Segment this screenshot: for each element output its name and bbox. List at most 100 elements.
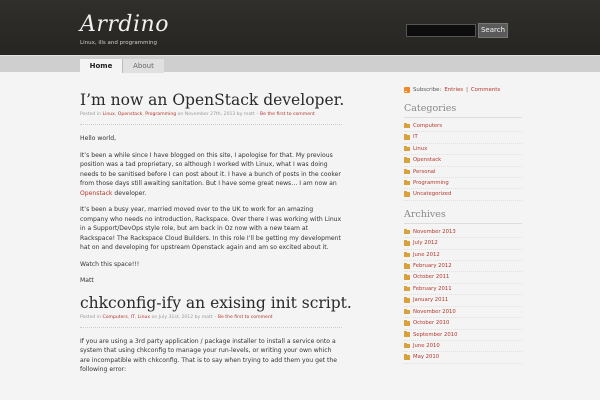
- folder-icon: [404, 168, 410, 175]
- post-meta: Posted in Linux, Openstack, Programming …: [80, 112, 342, 125]
- folder-icon: [404, 134, 410, 140]
- folder-icon: [404, 308, 410, 315]
- paragraph: Hello world,: [80, 135, 117, 142]
- archive-item[interactable]: November 2013: [404, 227, 522, 239]
- post-meta: Posted in Computers, IT, Linux on July 3…: [80, 315, 342, 328]
- item-label: June 2010: [413, 342, 440, 349]
- post-date: on July 31st, 2012 by matt –: [151, 314, 217, 320]
- item-label: February 2012: [413, 263, 452, 270]
- folder-icon: [404, 285, 410, 292]
- meta-prefix: Posted in: [80, 112, 102, 117]
- post: chkconfig-ify an exising init script. Po…: [80, 293, 352, 375]
- folder-icon: [404, 123, 410, 129]
- tab-about[interactable]: About: [122, 59, 164, 73]
- search-input[interactable]: [406, 24, 476, 37]
- paragraph: It’s been a while since I have blogged o…: [80, 151, 341, 197]
- folder-icon: [404, 297, 410, 303]
- folder-icon: [404, 228, 410, 235]
- folder-icon: [404, 274, 410, 280]
- category-link[interactable]: Openstack: [118, 112, 142, 117]
- tab-home[interactable]: Home: [80, 59, 122, 73]
- archives-list: November 2013 July 2012 June 2012 February …: [404, 227, 522, 364]
- category-item[interactable]: Personal: [404, 167, 522, 179]
- item-label: February 2011: [413, 285, 452, 292]
- item-label: November 2010: [413, 308, 456, 315]
- categories-title: Categories: [404, 103, 522, 118]
- paragraph: Watch this space!!!: [80, 260, 140, 268]
- site-title[interactable]: Arrdino: [80, 12, 169, 37]
- folder-icon: [404, 251, 410, 258]
- category-link[interactable]: Linux: [102, 112, 114, 117]
- site-description: Linux, ills and programming: [80, 40, 157, 46]
- item-label: November 2013: [413, 228, 456, 235]
- archive-item[interactable]: February 2012: [404, 261, 522, 273]
- category-item[interactable]: IT: [404, 132, 522, 144]
- main-content: I’m now an OpenStack developer. Posted i…: [80, 90, 352, 382]
- category-item[interactable]: Programming: [404, 178, 522, 190]
- comments-link[interactable]: Be the first to comment: [218, 315, 273, 320]
- folder-icon: [404, 263, 410, 269]
- folder-icon: [404, 157, 410, 163]
- archive-item[interactable]: October 2011: [404, 272, 522, 284]
- item-label: IT: [413, 134, 418, 141]
- item-label: Openstack: [413, 157, 442, 164]
- subscribe-label: Subscribe:: [413, 87, 442, 93]
- folder-icon: [404, 320, 410, 326]
- folder-icon: [404, 342, 410, 349]
- meta-prefix: Posted in: [80, 314, 102, 320]
- category-link[interactable]: Computers: [102, 315, 127, 320]
- item-label: Linux: [413, 145, 428, 152]
- folder-icon: [404, 180, 410, 186]
- openstack-link[interactable]: Openstack: [80, 190, 112, 197]
- category-item[interactable]: Openstack: [404, 155, 522, 167]
- archive-item[interactable]: July 2012: [404, 238, 522, 250]
- separator: |: [466, 87, 468, 93]
- subscribe-bar: Subscribe: Entries | Comments: [404, 87, 522, 93]
- post-body: If you are using a 3rd party application…: [80, 337, 342, 375]
- item-label: October 2010: [413, 320, 450, 327]
- paragraph: It’s been a busy year, married moved ove…: [80, 206, 342, 251]
- folder-icon: [404, 354, 410, 360]
- category-link[interactable]: Linux: [138, 315, 150, 320]
- archive-item[interactable]: January 2011: [404, 295, 522, 307]
- comments-feed-link[interactable]: Comments: [471, 87, 500, 93]
- archive-item[interactable]: September 2010: [404, 330, 522, 341]
- item-label: Uncategorized: [413, 191, 452, 198]
- folder-icon: [404, 145, 410, 152]
- category-item[interactable]: Computers: [404, 121, 522, 133]
- folder-icon: [404, 240, 410, 246]
- archive-item[interactable]: May 2010: [404, 352, 522, 364]
- item-label: July 2012: [413, 240, 438, 247]
- archive-item[interactable]: October 2010: [404, 318, 522, 330]
- item-label: Programming: [413, 180, 449, 187]
- item-label: January 2011: [413, 297, 449, 304]
- item-label: May 2010: [413, 354, 440, 361]
- archive-item[interactable]: June 2012: [404, 250, 522, 262]
- paragraph: If you are using a 3rd party application…: [80, 337, 338, 374]
- entries-link[interactable]: Entries: [444, 87, 463, 93]
- rss-icon: [404, 87, 410, 93]
- item-label: October 2011: [413, 274, 450, 281]
- post-title[interactable]: chkconfig-ify an exising init script.: [80, 293, 352, 313]
- post: I’m now an OpenStack developer. Posted i…: [80, 90, 344, 286]
- comments-link[interactable]: Be the first to comment: [260, 112, 315, 117]
- search-button[interactable]: Search: [478, 23, 508, 38]
- category-item[interactable]: Linux: [404, 144, 522, 156]
- archive-item[interactable]: November 2010: [404, 307, 522, 319]
- archives-title: Archives: [404, 209, 522, 224]
- post-body: Hello world, It’s been a while since I h…: [80, 134, 342, 286]
- post-date: on November 27th, 2013 by matt –: [177, 112, 259, 117]
- category-link[interactable]: IT: [131, 315, 135, 320]
- categories-list: Computers IT Linux Openstack Personal Program…: [404, 121, 522, 201]
- category-item[interactable]: Uncategorized: [404, 189, 522, 201]
- post-title[interactable]: I’m now an OpenStack developer.: [80, 90, 344, 110]
- folder-icon: [404, 331, 410, 337]
- archive-item[interactable]: June 2010: [404, 341, 522, 353]
- category-link[interactable]: Programming: [145, 112, 176, 117]
- item-label: September 2010: [413, 331, 458, 338]
- paragraph: Matt: [80, 277, 94, 284]
- nav-bar: Home About: [0, 55, 600, 73]
- archive-item[interactable]: February 2011: [404, 284, 522, 296]
- item-label: Computers: [413, 123, 443, 129]
- site-header: Arrdino Linux, ills and programming Sear…: [0, 0, 600, 55]
